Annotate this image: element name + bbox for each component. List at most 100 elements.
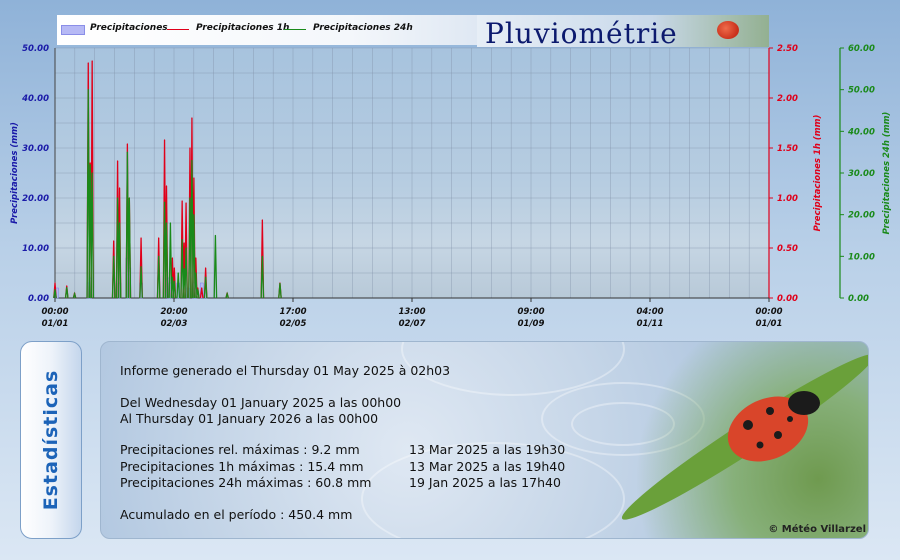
left-axis-label: Precipitaciones (mm): [10, 122, 20, 224]
left-axis-tick-label: 40.00: [21, 94, 49, 104]
precip-24h-series-point: [113, 255, 115, 257]
statistics-panel: Informe generado el Thursday 01 May 2025…: [100, 341, 869, 539]
right-axis-1h-tick-label: 0.50: [777, 244, 798, 254]
precip-1h-series-point: [165, 185, 168, 187]
precip-1h-series-point: [163, 139, 166, 141]
precip-1h-series-point: [173, 267, 175, 269]
precip-1h-series-point: [261, 219, 263, 221]
x-axis-tick-time: 20:00: [160, 307, 187, 317]
precip-1h-series-point: [140, 237, 142, 239]
precip-24h-series-point: [66, 286, 68, 289]
max-precip-date: 13 Mar 2025 a las 19h30: [409, 442, 566, 457]
legend-swatch-precip: [61, 25, 85, 35]
max-precip-24h-label: Precipitaciones 24h máximas : 60.8 mm: [120, 475, 372, 490]
precip-24h-series-point: [169, 222, 172, 224]
x-axis-tick-date: 02/07: [399, 319, 426, 329]
cumulative-text: Acumulado en el período : 450.4 mm: [120, 507, 353, 522]
right-axis-24h-tick-label: 20.00: [848, 211, 875, 221]
x-axis-tick-time: 04:00: [636, 307, 663, 317]
legend-label-precip-24h: Precipitaciones 24h: [313, 23, 413, 33]
right-axis-24h-label: Precipitaciones 24h (mm): [882, 112, 892, 235]
precip-24h-series-point: [116, 197, 119, 199]
precip-1h-series-point: [205, 267, 207, 269]
precip-24h-series-point: [89, 164, 91, 166]
precip-24h-series-point: [177, 272, 179, 274]
precip-1h-series-point: [195, 257, 197, 259]
precip-1h-series-point: [189, 147, 191, 149]
chart-legend: Precipitaciones Precipitaciones 1h Preci…: [57, 15, 477, 45]
precip-24h-series-point: [181, 239, 183, 241]
rainfall-chart: 0.00 10.00 20.00 30.00 40.00 50.00 Precipitaci…: [10, 44, 892, 329]
max-precip-1h-date: 13 Mar 2025 a las 19h40: [409, 459, 566, 474]
legend-swatch-precip-1h: [167, 29, 189, 30]
precip-24h-series: [53, 89, 282, 299]
precip-24h-series-point: [54, 289, 56, 291]
precip-1h-series-point: [181, 200, 183, 202]
right-axis-24h-tick-label: 30.00: [848, 169, 875, 179]
right-axis-1h-tick-label: 1.00: [777, 194, 798, 204]
ladybug-icon: [727, 391, 820, 462]
max-precip-label: Precipitaciones rel. máximas : 9.2 mm: [120, 442, 360, 457]
x-axis-tick-date: 01/01: [42, 319, 69, 329]
x-axis-tick-date: 02/05: [280, 319, 307, 329]
precip-1h-series-point: [118, 187, 121, 189]
precip-1h-series-point: [91, 60, 93, 62]
report-generated-text: Informe generado el Thursday 01 May 2025…: [120, 363, 451, 378]
precip-24h-series-point: [87, 89, 89, 91]
precip-24h-series-point: [171, 276, 173, 278]
period-end-text: Al Thursday 01 January 2026 a las 00h00: [120, 411, 379, 426]
copyright-text: © Météo Villarzel: [768, 524, 866, 535]
precip-1h-series-point: [197, 287, 199, 289]
precip-1h-series-point: [87, 62, 89, 64]
precip-24h-series-point: [195, 272, 197, 274]
x-axis-tick-time: 09:00: [517, 307, 544, 317]
x-axis-tick-date: 01/09: [518, 319, 545, 329]
precip-1h-series-point: [185, 202, 187, 204]
precip-24h-series-point: [185, 247, 187, 249]
precip-24h-series-point: [165, 222, 168, 224]
precip-24h-series-point: [173, 280, 175, 282]
right-axis-24h-tick-label: 50.00: [848, 86, 875, 96]
precip-24h-series-point: [197, 289, 199, 291]
left-axis-tick-label: 10.00: [22, 244, 49, 254]
precip-24h-series-point: [158, 255, 160, 257]
max-precip-24h-date: 19 Jan 2025 a las 17h40: [409, 475, 561, 490]
precip-24h-series-point: [163, 201, 166, 203]
legend-swatch-precip-24h: [284, 29, 306, 30]
right-axis-24h-tick-label: 10.00: [848, 252, 875, 262]
x-axis-tick-time: 17:00: [279, 307, 306, 317]
leaf-photo: [614, 342, 868, 538]
right-axis-1h-tick-label: 2.00: [777, 94, 798, 104]
precip-1h-series-point: [171, 257, 173, 259]
title-banner: Pluviométrie: [477, 15, 769, 50]
precip-24h-series-point: [214, 234, 217, 237]
statistics-tab[interactable]: Estadísticas: [20, 341, 82, 539]
x-axis-tick-time: 00:00: [755, 307, 782, 317]
page-title: Pluviométrie: [485, 17, 678, 50]
precip-24h-series-point: [91, 172, 93, 174]
x-axis-tick-time: 00:00: [41, 307, 68, 317]
right-axis-24h-tick-label: 60.00: [848, 44, 875, 54]
precip-1h-series-point: [116, 160, 119, 162]
precip-24h-series-point: [279, 282, 281, 285]
right-axis-24h-tick-label: 0.00: [848, 294, 869, 304]
x-axis-tick-date: 02/03: [161, 319, 188, 329]
precip-1h-series-point: [158, 237, 160, 239]
precip-24h-series-point: [128, 197, 130, 199]
precip-24h-series-point: [191, 159, 193, 162]
statistics-tab-label: Estadísticas: [40, 369, 62, 511]
precip-1h-series-point: [126, 143, 128, 145]
left-axis-tick-label: 50.00: [22, 44, 49, 54]
precip-24h-series-point: [73, 293, 76, 295]
precip-1h-series-point: [201, 287, 203, 289]
precip-24h-series-point: [226, 293, 228, 295]
legend-label-precip-1h: Precipitaciones 1h: [196, 23, 290, 33]
left-axis-tick-label: 30.00: [22, 144, 49, 154]
right-axis-24h-tick-label: 40.00: [847, 127, 875, 137]
period-start-text: Del Wednesday 01 January 2025 a las 00h0…: [120, 395, 402, 410]
right-axis-1h-tick-label: 0.00: [777, 294, 798, 304]
max-precip-1h-label: Precipitaciones 1h máximas : 15.4 mm: [120, 459, 364, 474]
precip-24h-series-point: [205, 276, 207, 278]
precip-24h-series-point: [140, 266, 142, 268]
x-axis-tick-date: 01/11: [637, 319, 664, 329]
